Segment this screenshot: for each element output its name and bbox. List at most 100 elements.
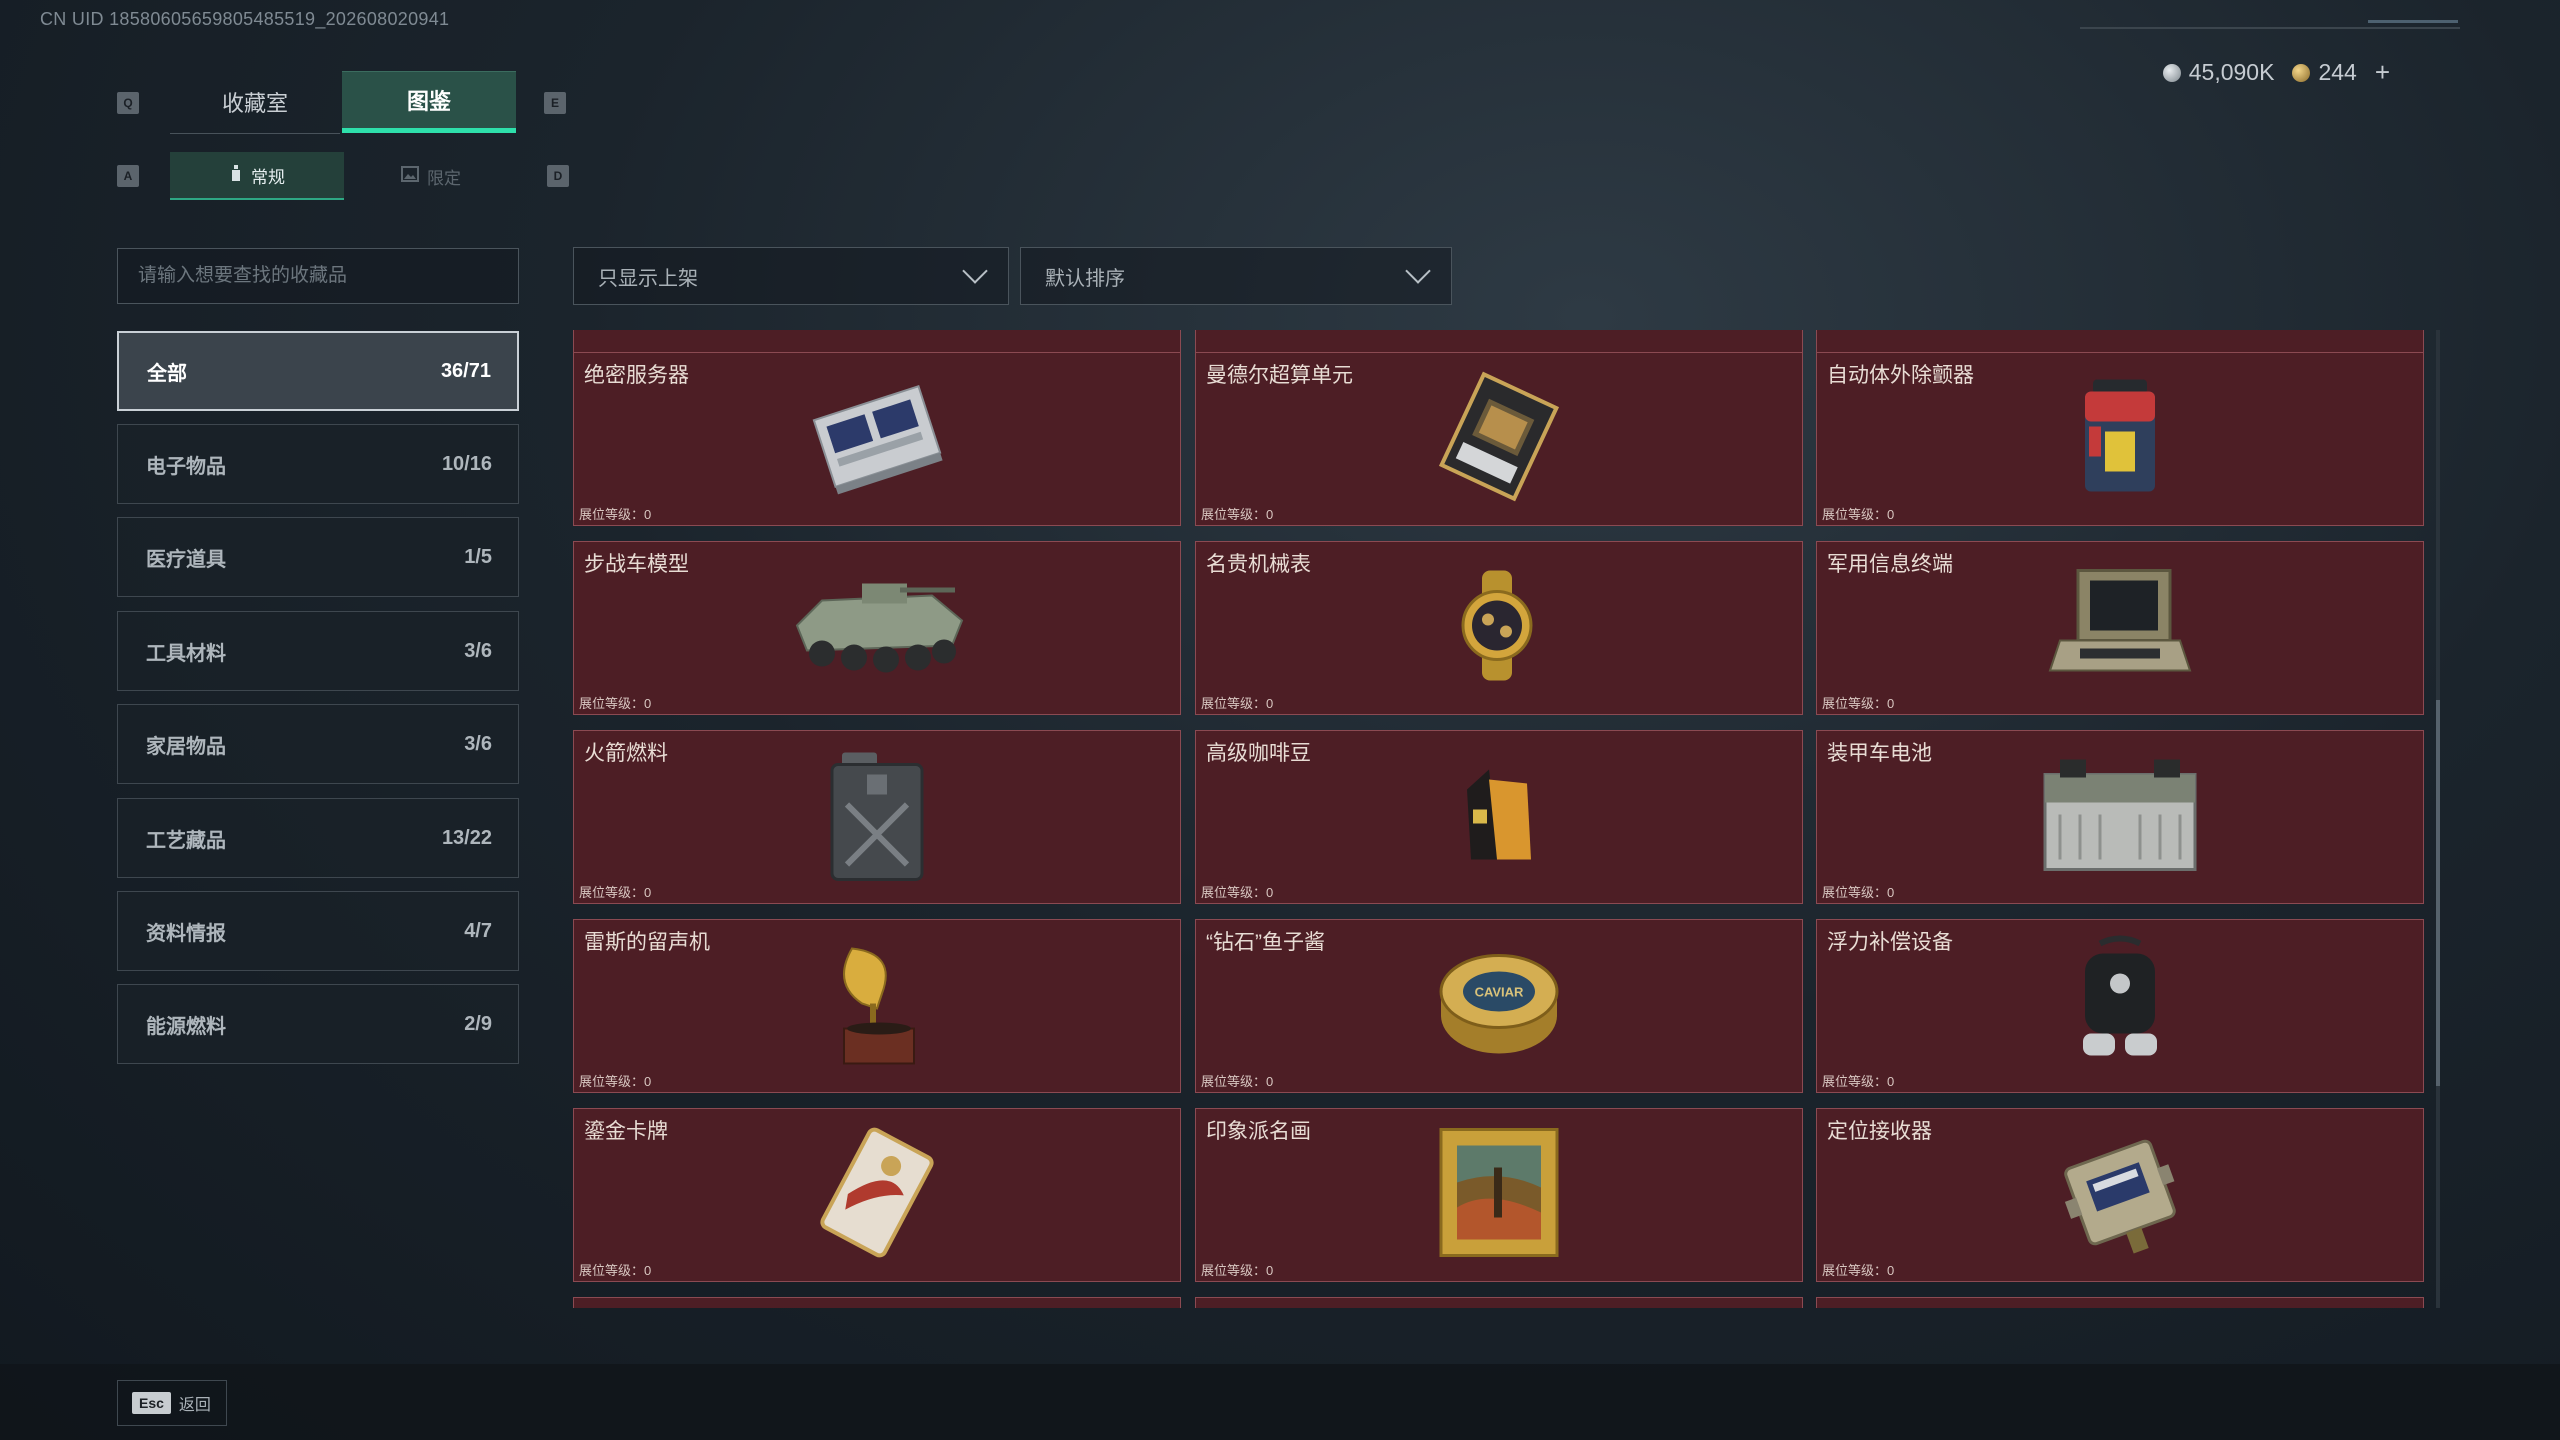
category-count: 36/71 bbox=[440, 359, 491, 382]
item-name: 高级咖啡豆 bbox=[1206, 742, 1311, 765]
category-all[interactable]: 全部 36/71 bbox=[117, 331, 519, 411]
subtab-limited[interactable]: 限定 bbox=[344, 152, 518, 200]
item-name: 装甲车电池 bbox=[1827, 742, 1932, 765]
item-name: 雷斯的留声机 bbox=[584, 931, 710, 954]
category-label: 全部 bbox=[147, 362, 187, 385]
category-count: 3/6 bbox=[464, 639, 492, 662]
category-household[interactable]: 家居物品 3/6 bbox=[117, 704, 519, 784]
sort-dropdown-value: 默认排序 bbox=[1045, 267, 1125, 290]
silver-amount: 45,090K bbox=[2188, 59, 2275, 85]
item-name: 定位接收器 bbox=[1827, 1120, 1932, 1143]
booth-level: 展位等级：0 bbox=[1822, 1263, 1895, 1278]
category-medical[interactable]: 医疗道具 1/5 bbox=[117, 517, 519, 597]
image-icon bbox=[401, 165, 419, 187]
item-name: 步战车模型 bbox=[584, 553, 689, 576]
locator-receiver-icon bbox=[2050, 1123, 2190, 1268]
item-card[interactable]: 雷斯的留声机 展位等级：0 bbox=[573, 919, 1181, 1093]
back-button[interactable]: Esc 返回 bbox=[117, 1380, 227, 1426]
category-count: 3/6 bbox=[464, 732, 492, 755]
item-card[interactable]: 浮力补偿设备 展位等级：0 bbox=[1816, 919, 2424, 1093]
category-intel[interactable]: 资料情报 4/7 bbox=[117, 891, 519, 971]
category-electronics[interactable]: 电子物品 10/16 bbox=[117, 424, 519, 504]
item-card[interactable]: 火箭燃料 展位等级：0 bbox=[573, 730, 1181, 904]
ifv-model-icon bbox=[782, 566, 972, 691]
category-label: 工具材料 bbox=[146, 642, 226, 665]
item-name: 浮力补偿设备 bbox=[1827, 931, 1953, 954]
item-card-partial[interactable] bbox=[573, 1297, 1181, 1308]
military-terminal-icon bbox=[2040, 561, 2200, 696]
item-card[interactable]: 高级咖啡豆 展位等级：0 bbox=[1195, 730, 1803, 904]
item-card-partial[interactable] bbox=[1816, 330, 2424, 354]
gold-amount: 244 bbox=[2318, 59, 2357, 85]
item-card-partial[interactable] bbox=[1195, 1297, 1803, 1308]
item-card-partial[interactable] bbox=[573, 330, 1181, 354]
category-count: 2/9 bbox=[464, 1012, 492, 1035]
currency-bar: 45,090K 244 + bbox=[2162, 57, 2390, 88]
top-progress-line bbox=[2080, 27, 2460, 29]
defibrillator-icon bbox=[2075, 372, 2165, 507]
key-hint-a: A bbox=[117, 165, 139, 187]
chevron-down-icon bbox=[1405, 258, 1431, 284]
watch-icon bbox=[1444, 566, 1554, 691]
server-icon bbox=[802, 372, 952, 507]
buoyancy-device-icon bbox=[2065, 934, 2175, 1079]
booth-level: 展位等级：0 bbox=[1822, 885, 1895, 900]
item-name: 火箭燃料 bbox=[584, 742, 668, 765]
category-count: 1/5 bbox=[464, 545, 492, 568]
item-card[interactable]: 曼德尔超算单元 展位等级：0 bbox=[1195, 352, 1803, 526]
item-card[interactable]: 鎏金卡牌 展位等级：0 bbox=[573, 1108, 1181, 1282]
booth-level: 展位等级：0 bbox=[1201, 1074, 1274, 1089]
filter-dropdown[interactable]: 只显示上架 bbox=[573, 247, 1009, 305]
add-currency-button[interactable]: + bbox=[2375, 57, 2390, 88]
coffee-bag-icon bbox=[1459, 760, 1539, 875]
item-card[interactable]: 定位接收器 展位等级：0 bbox=[1816, 1108, 2424, 1282]
key-hint-e: E bbox=[544, 92, 566, 114]
sort-dropdown[interactable]: 默认排序 bbox=[1020, 247, 1452, 305]
category-label: 能源燃料 bbox=[146, 1015, 226, 1038]
filter-dropdown-value: 只显示上架 bbox=[598, 267, 698, 290]
item-card-partial[interactable] bbox=[1195, 330, 1803, 354]
chevron-down-icon bbox=[962, 258, 988, 284]
item-name: 印象派名画 bbox=[1206, 1120, 1311, 1143]
category-label: 家居物品 bbox=[146, 735, 226, 758]
top-progress-accent bbox=[2368, 20, 2458, 23]
grid-scrollbar-thumb[interactable] bbox=[2436, 700, 2440, 1086]
item-card[interactable]: 绝密服务器 展位等级：0 bbox=[573, 352, 1181, 526]
item-card[interactable]: “钻石”鱼子酱 CAVIAR 展位等级：0 bbox=[1195, 919, 1803, 1093]
tab-collection-room[interactable]: 收藏室 bbox=[170, 71, 340, 134]
category-label: 工艺藏品 bbox=[146, 829, 226, 852]
item-card-partial[interactable] bbox=[1816, 1297, 2424, 1308]
fuel-can-icon bbox=[822, 745, 932, 890]
caviar-tin-icon: CAVIAR bbox=[1434, 944, 1564, 1069]
gold-coin-icon bbox=[2292, 64, 2311, 82]
category-energy[interactable]: 能源燃料 2/9 bbox=[117, 984, 519, 1064]
category-tools[interactable]: 工具材料 3/6 bbox=[117, 611, 519, 691]
gilded-card-icon bbox=[807, 1123, 947, 1268]
item-name: 军用信息终端 bbox=[1827, 553, 1953, 576]
item-name: “钻石”鱼子酱 bbox=[1206, 931, 1325, 954]
search-input[interactable] bbox=[117, 248, 519, 304]
item-card[interactable]: 印象派名画 展位等级：0 bbox=[1195, 1108, 1803, 1282]
category-count: 10/16 bbox=[441, 452, 492, 475]
item-card[interactable]: 军用信息终端 展位等级：0 bbox=[1816, 541, 2424, 715]
item-card[interactable]: 装甲车电池 展位等级：0 bbox=[1816, 730, 2424, 904]
battery-icon bbox=[2030, 750, 2210, 885]
item-name: 自动体外除颤器 bbox=[1827, 364, 1974, 387]
bottle-icon bbox=[229, 164, 243, 187]
booth-level: 展位等级：0 bbox=[579, 507, 652, 522]
booth-level: 展位等级：0 bbox=[579, 885, 652, 900]
tab-codex[interactable]: 图鉴 bbox=[342, 71, 516, 133]
item-card[interactable]: 步战车模型 展位等级：0 bbox=[573, 541, 1181, 715]
subtab-regular[interactable]: 常规 bbox=[170, 152, 344, 200]
item-name: 绝密服务器 bbox=[584, 364, 689, 387]
supercomputer-unit-icon bbox=[1429, 371, 1569, 507]
booth-level: 展位等级：0 bbox=[1822, 696, 1895, 711]
gold-currency: 244 bbox=[2292, 59, 2357, 86]
key-hint-q: Q bbox=[117, 92, 139, 114]
framed-painting-icon bbox=[1439, 1128, 1559, 1263]
category-crafts[interactable]: 工艺藏品 13/22 bbox=[117, 798, 519, 878]
key-hint-d: D bbox=[547, 165, 569, 187]
item-card[interactable]: 自动体外除颤器 展位等级：0 bbox=[1816, 352, 2424, 526]
item-card[interactable]: 名贵机械表 展位等级：0 bbox=[1195, 541, 1803, 715]
booth-level: 展位等级：0 bbox=[579, 1074, 652, 1089]
